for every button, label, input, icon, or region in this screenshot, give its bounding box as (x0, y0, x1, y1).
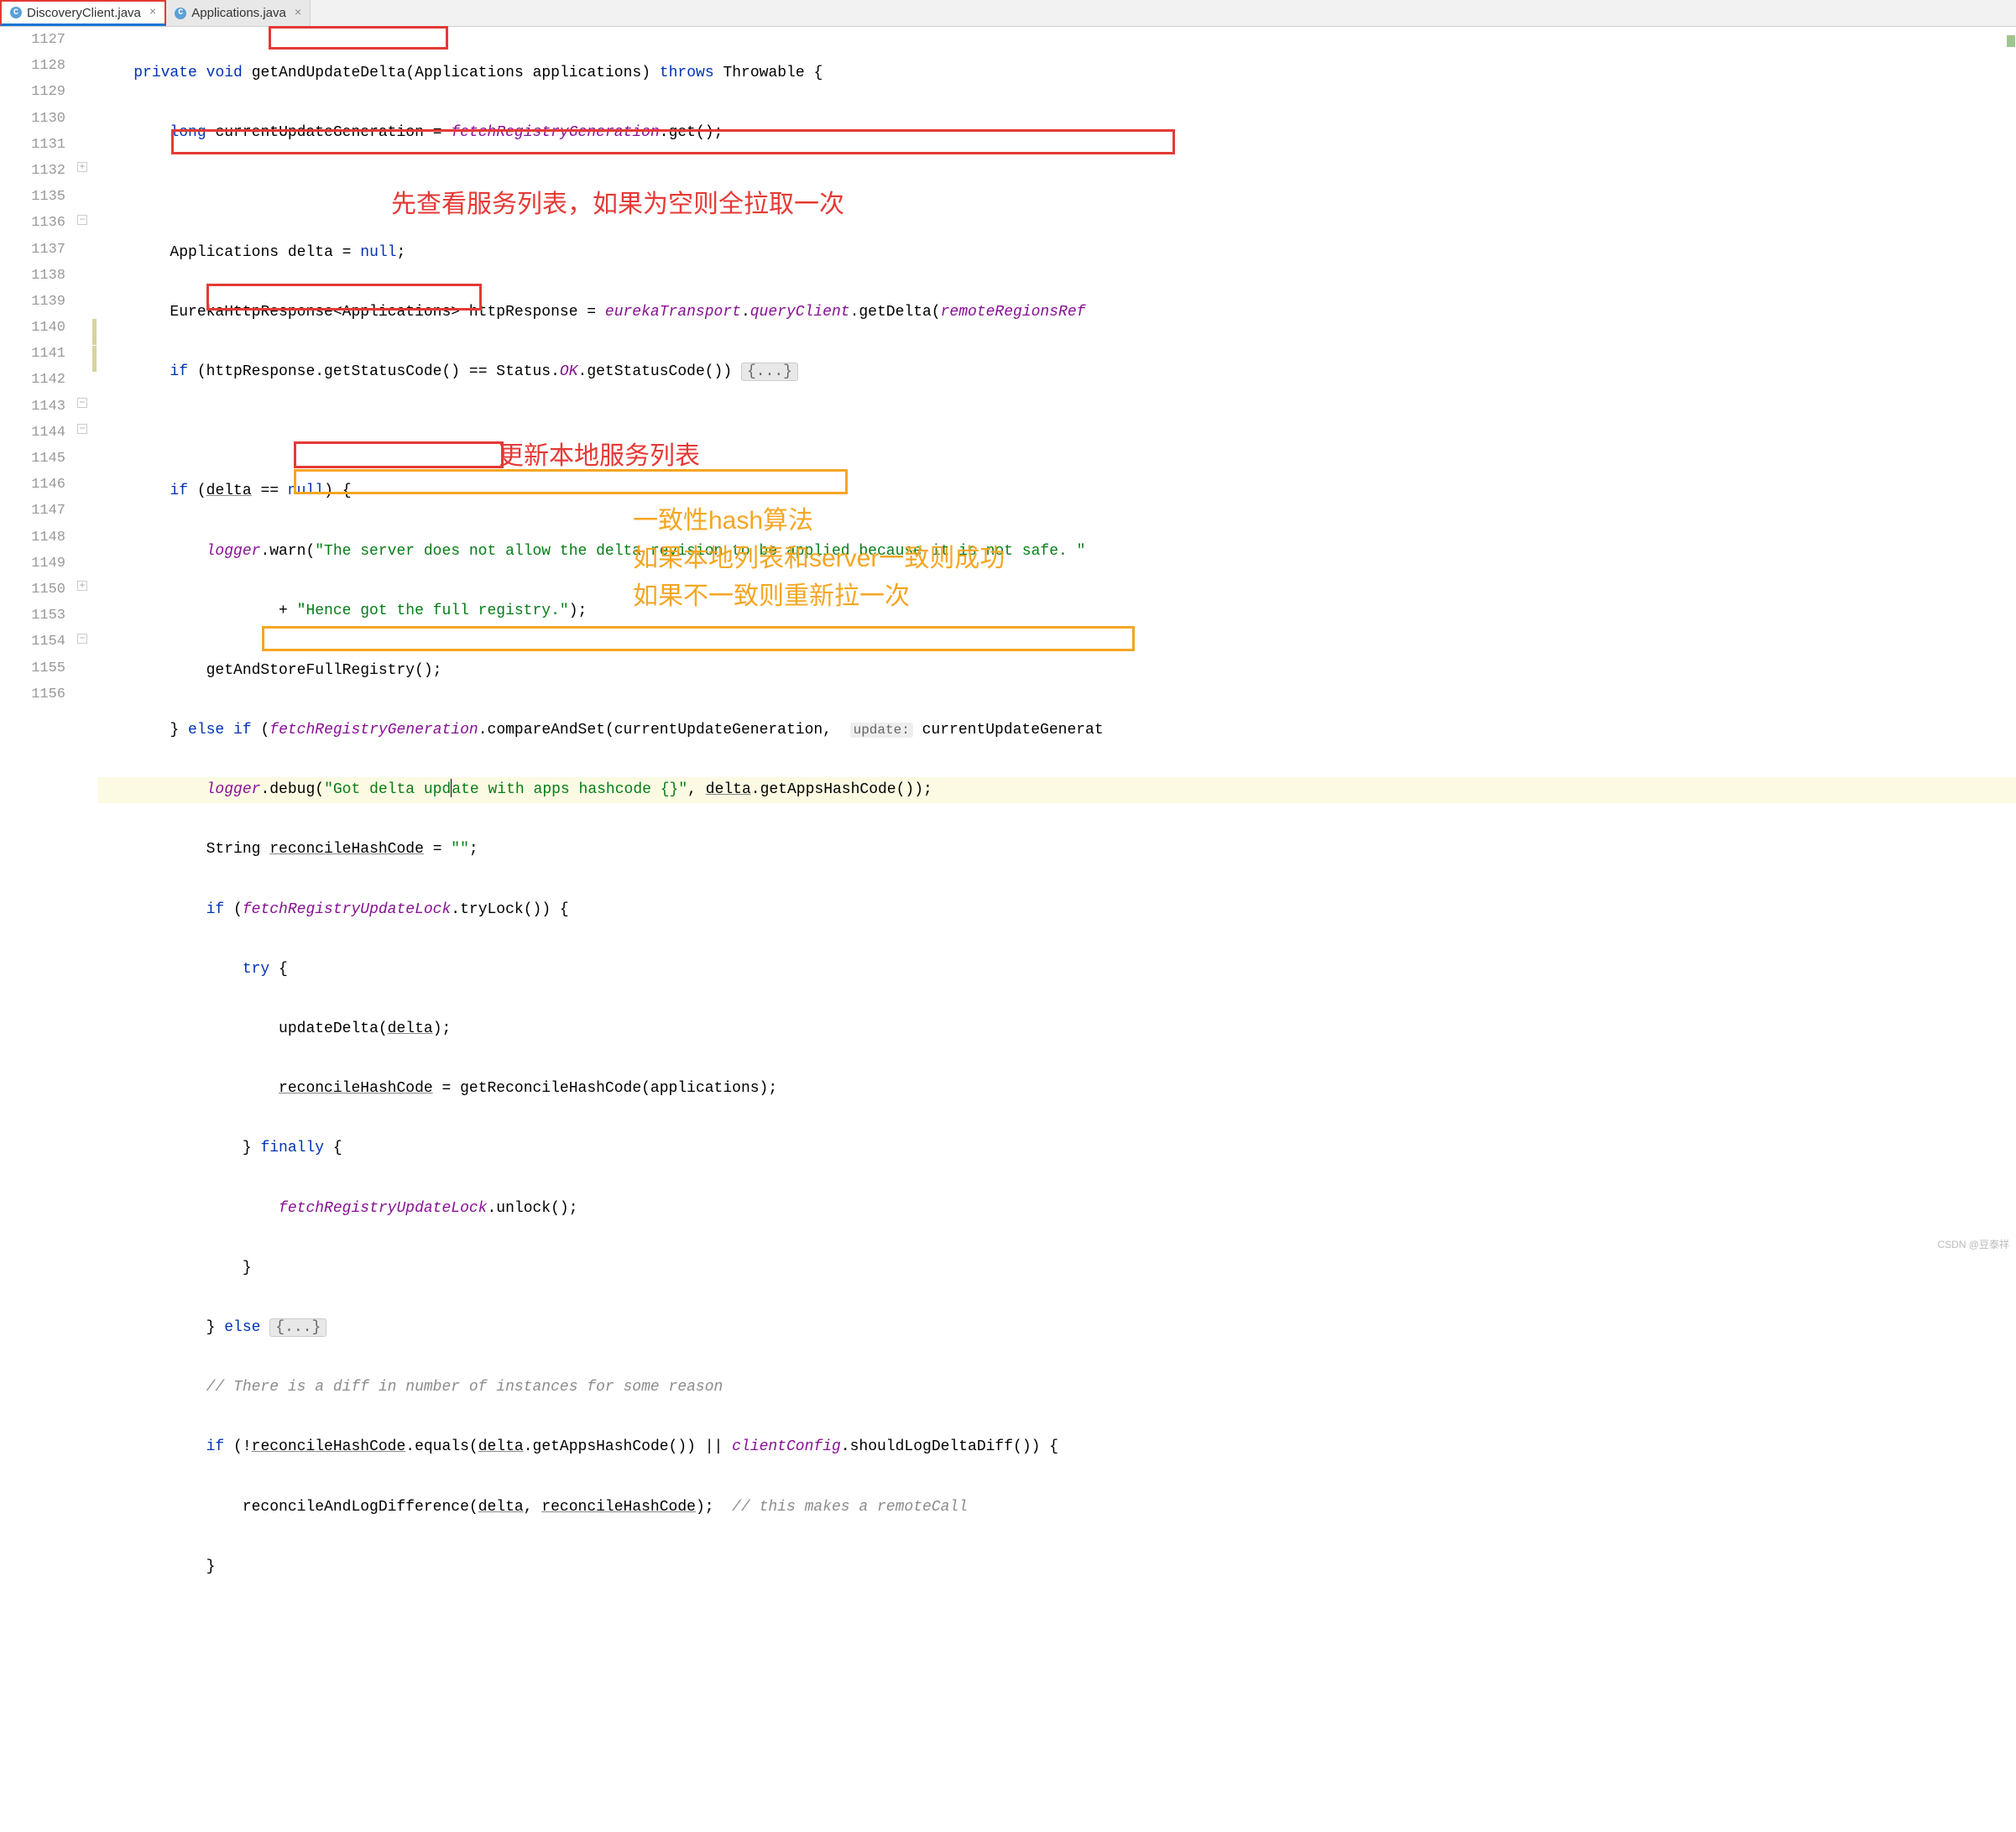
fold-toggle[interactable]: + (77, 162, 87, 172)
code-line[interactable]: reconcileHashCode = getReconcileHashCode… (97, 1076, 2016, 1102)
line-number[interactable]: 1149 (0, 551, 65, 577)
code-line[interactable]: getAndStoreFullRegistry(); (97, 658, 2016, 684)
line-number[interactable]: 1129 (0, 79, 65, 105)
code-line-current[interactable]: logger.debug("Got delta update with apps… (97, 777, 2016, 803)
tab-discovery-client[interactable]: C DiscoveryClient.java × (0, 0, 166, 26)
watermark: CSDN @豆泰祥 (1937, 1237, 2009, 1251)
code-line[interactable]: try { (97, 957, 2016, 983)
parameter-hint: update: (850, 723, 913, 738)
code-line[interactable]: reconcileAndLogDifference(delta, reconci… (97, 1495, 2016, 1521)
code-area[interactable]: private void getAndUpdateDelta(Applicati… (97, 27, 2016, 1832)
code-line[interactable]: fetchRegistryUpdateLock.unlock(); (97, 1196, 2016, 1222)
tab-label: Applications.java (191, 6, 286, 20)
line-number[interactable]: 1132 (0, 158, 65, 184)
line-number[interactable]: 1136 (0, 210, 65, 236)
code-line[interactable]: if (fetchRegistryUpdateLock.tryLock()) { (97, 897, 2016, 923)
caret (451, 779, 452, 797)
line-number[interactable]: 1142 (0, 367, 65, 393)
line-number[interactable]: 1156 (0, 681, 65, 707)
line-number[interactable]: 1137 (0, 237, 65, 263)
fold-toggle[interactable]: − (77, 215, 87, 225)
line-number[interactable]: 1139 (0, 289, 65, 315)
code-line[interactable]: if (delta == null) { (97, 478, 2016, 504)
line-number[interactable]: 1146 (0, 472, 65, 498)
code-line[interactable]: } else if (fetchRegistryGeneration.compa… (97, 718, 2016, 744)
line-number[interactable]: 1145 (0, 446, 65, 472)
code-line[interactable]: if (!reconcileHashCode.equals(delta.getA… (97, 1434, 2016, 1460)
modified-marker (92, 346, 97, 372)
code-line[interactable]: } else {...} (97, 1315, 2016, 1341)
code-line[interactable]: Applications delta = null; (97, 240, 2016, 266)
code-line[interactable]: // There is a diff in number of instance… (97, 1375, 2016, 1401)
code-line[interactable]: + "Hence got the full registry."); (97, 598, 2016, 624)
fold-toggle[interactable]: + (77, 581, 87, 591)
code-line[interactable]: updateDelta(delta); (97, 1016, 2016, 1042)
tab-bar: C DiscoveryClient.java × C Applications.… (0, 0, 2016, 27)
code-line[interactable]: } finally { (97, 1135, 2016, 1161)
annotation-box (262, 626, 1135, 651)
fold-toggle[interactable]: − (77, 398, 87, 408)
close-icon[interactable]: × (295, 7, 301, 20)
code-line[interactable]: long currentUpdateGeneration = fetchRegi… (97, 120, 2016, 146)
close-icon[interactable]: × (149, 6, 156, 19)
fold-gutter: + − − − + − (76, 27, 92, 1832)
line-number[interactable]: 1144 (0, 420, 65, 446)
line-number[interactable]: 1148 (0, 525, 65, 551)
tab-applications[interactable]: C Applications.java × (166, 0, 311, 26)
code-line[interactable]: logger.warn("The server does not allow t… (97, 539, 2016, 565)
code-line[interactable]: String reconcileHashCode = ""; (97, 837, 2016, 863)
code-line[interactable]: } (97, 1554, 2016, 1580)
fold-toggle[interactable]: − (77, 634, 87, 644)
code-line[interactable] (97, 180, 2016, 206)
annotation-box (294, 441, 504, 468)
scroll-marker (2007, 35, 2015, 47)
editor: 1127 1128 1129 1130 1131 1132 1135 1136 … (0, 27, 2016, 1832)
java-class-icon: C (10, 7, 22, 18)
line-number[interactable]: 1143 (0, 394, 65, 420)
line-number[interactable]: 1147 (0, 498, 65, 524)
line-number[interactable]: 1131 (0, 132, 65, 158)
line-gutter: 1127 1128 1129 1130 1131 1132 1135 1136 … (0, 27, 76, 1832)
code-line[interactable]: } (97, 1255, 2016, 1281)
line-number[interactable]: 1141 (0, 341, 65, 367)
line-number[interactable]: 1154 (0, 629, 65, 655)
line-number[interactable]: 1155 (0, 655, 65, 681)
fold-toggle[interactable]: − (77, 424, 87, 434)
line-number[interactable]: 1130 (0, 106, 65, 132)
line-number[interactable]: 1128 (0, 53, 65, 79)
code-line[interactable]: private void getAndUpdateDelta(Applicati… (97, 60, 2016, 86)
annotation-box (269, 26, 448, 50)
line-number[interactable]: 1153 (0, 603, 65, 629)
line-number[interactable]: 1140 (0, 315, 65, 341)
line-number[interactable]: 1138 (0, 263, 65, 289)
code-line[interactable] (97, 419, 2016, 445)
java-class-icon: C (175, 8, 186, 19)
line-number[interactable]: 1127 (0, 27, 65, 53)
line-number[interactable]: 1150 (0, 577, 65, 603)
fold-placeholder[interactable]: {...} (741, 363, 798, 381)
tab-label: DiscoveryClient.java (27, 6, 141, 20)
fold-placeholder[interactable]: {...} (269, 1318, 326, 1337)
annotation-text: 一致性hash算法 (633, 499, 813, 536)
line-number[interactable]: 1135 (0, 184, 65, 210)
code-line[interactable]: EurekaHttpResponse<Applications> httpRes… (97, 300, 2016, 326)
modified-marker (92, 319, 97, 345)
code-line[interactable]: if (httpResponse.getStatusCode() == Stat… (97, 359, 2016, 385)
